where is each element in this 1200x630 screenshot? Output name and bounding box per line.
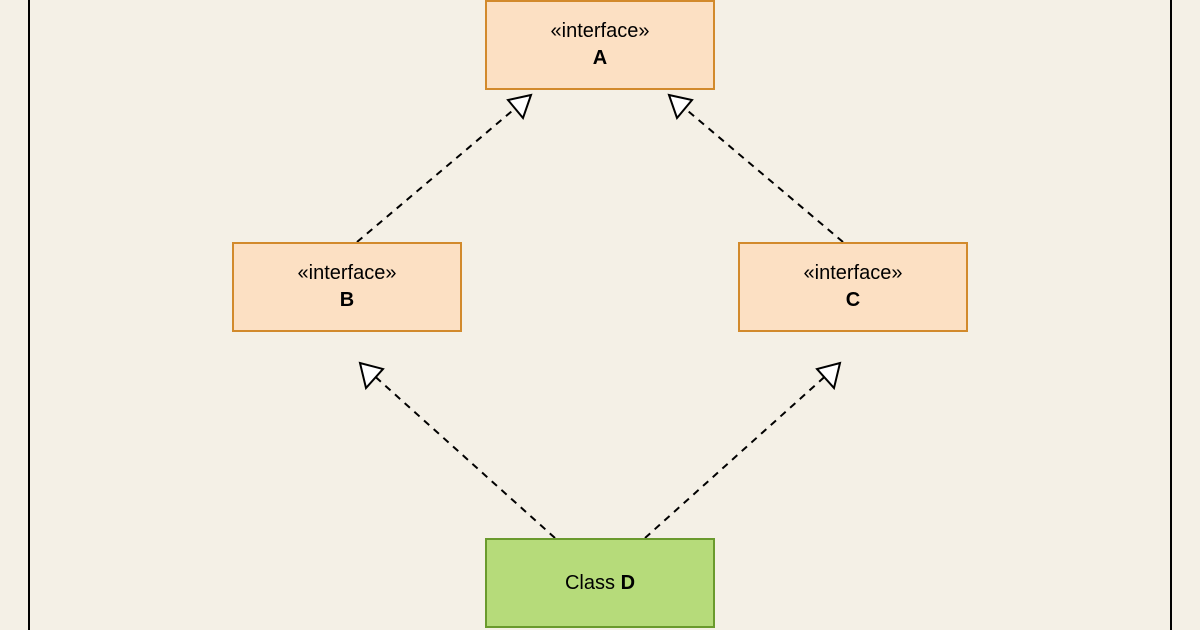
interface-b: «interface» B	[232, 242, 462, 332]
interface-c-name: C	[846, 287, 860, 314]
interface-b-name: B	[340, 287, 354, 314]
interface-a: «interface» A	[485, 0, 715, 90]
class-d-name: D	[621, 572, 635, 594]
interface-c-stereotype: «interface»	[804, 260, 903, 287]
interface-a-stereotype: «interface»	[551, 18, 650, 45]
class-d: Class D	[485, 538, 715, 628]
class-d-prefix: Class	[565, 572, 621, 594]
diagram-frame	[28, 0, 1172, 630]
interface-b-stereotype: «interface»	[298, 260, 397, 287]
class-d-label: Class D	[565, 570, 635, 597]
interface-a-name: A	[593, 45, 607, 72]
interface-c: «interface» C	[738, 242, 968, 332]
